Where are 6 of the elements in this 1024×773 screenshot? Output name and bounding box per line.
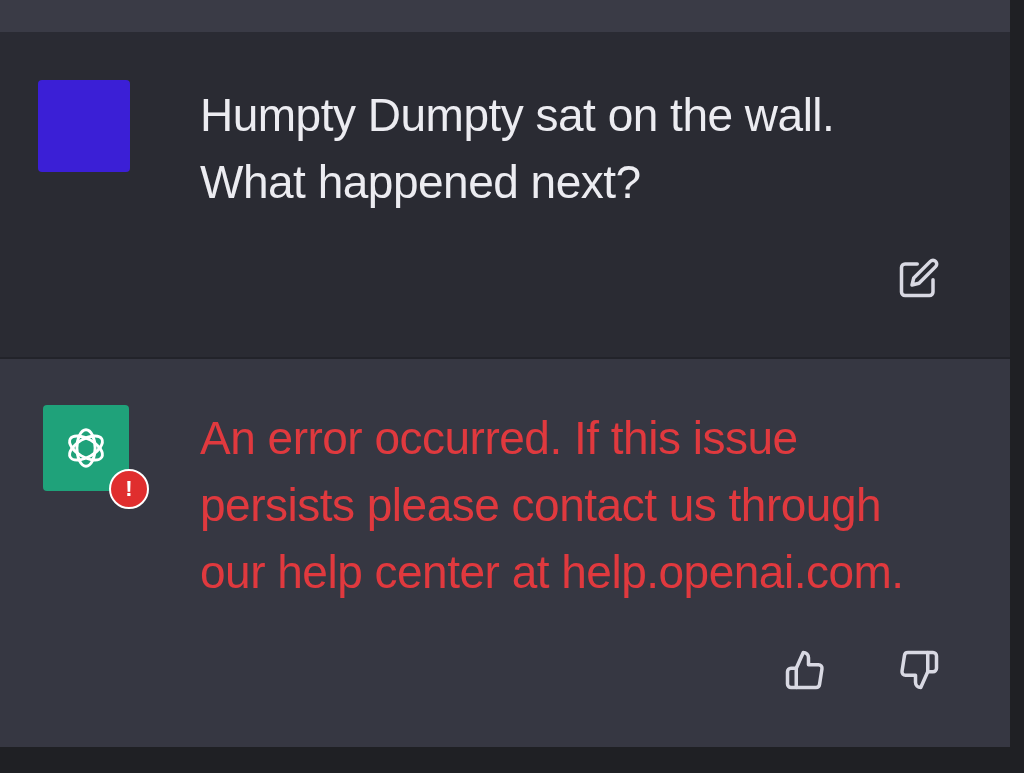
thumbs-up-icon[interactable] [784, 649, 826, 691]
edit-icon[interactable] [898, 257, 940, 299]
error-message: An error occurred. If this issue persists please contact us through our help center at help.openai.com. [200, 411, 905, 600]
error-badge: ! [109, 469, 149, 509]
message-text: Humpty Dumpty sat on the wall. What happened next? [200, 88, 836, 210]
thumbs-down-icon[interactable] [898, 649, 940, 691]
